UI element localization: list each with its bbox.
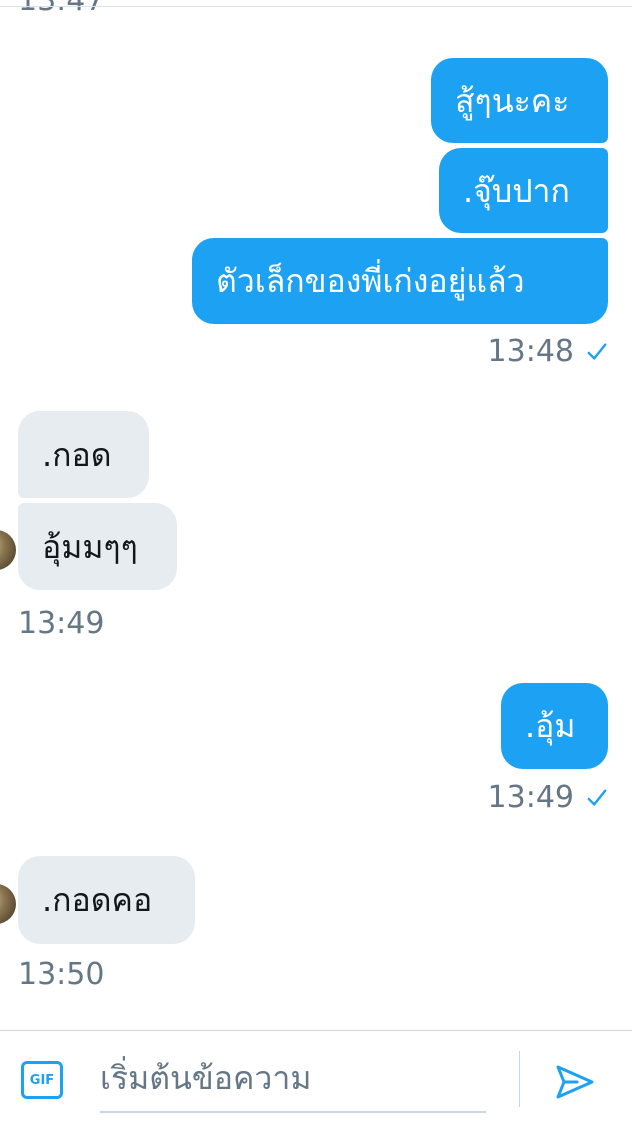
received-message-bubble[interactable]: .กอดคอ: [18, 856, 195, 944]
message-text: สู้ๆนะคะ: [455, 81, 570, 120]
message-meta: 13:48: [488, 337, 608, 367]
composer-divider: [519, 1051, 520, 1107]
sent-message-bubble[interactable]: สู้ๆนะคะ: [431, 58, 608, 143]
message-text: .จุ๊บปาก: [463, 171, 570, 210]
dm-conversation-screen: 13:47 สู้ๆนะคะ .จุ๊บปาก ตัวเล็กของพี่เก่…: [0, 0, 632, 1127]
check-icon: [587, 343, 607, 360]
message-input[interactable]: [100, 1045, 486, 1113]
received-message-bubble[interactable]: อุ้มมๆๆ: [18, 503, 177, 590]
message-composer: GIF: [0, 1030, 632, 1127]
message-timestamp: 13:49: [18, 606, 105, 641]
sent-message-bubble[interactable]: .อุ้ม: [501, 683, 608, 769]
check-icon: [587, 789, 607, 806]
avatar[interactable]: [0, 530, 16, 570]
gif-label: GIF: [29, 1072, 55, 1088]
message-text: อุ้มมๆๆ: [42, 527, 138, 566]
message-timestamp: 13:48: [487, 334, 574, 369]
send-icon: [556, 1065, 594, 1099]
message-timestamp: 13:49: [487, 780, 574, 815]
message-meta: 13:49: [488, 783, 608, 813]
sent-message-bubble[interactable]: ตัวเล็กของพี่เก่งอยู่แล้ว: [192, 238, 608, 324]
received-message-bubble[interactable]: .กอด: [18, 411, 149, 498]
sent-message-bubble[interactable]: .จุ๊บปาก: [439, 148, 608, 233]
message-text: .กอด: [42, 435, 112, 474]
clipped-timestamp: 13:47: [18, 0, 105, 18]
message-timestamp: 13:50: [18, 957, 105, 992]
message-text: .กอดคอ: [42, 881, 153, 919]
send-button[interactable]: [552, 1059, 598, 1105]
gif-button[interactable]: GIF: [21, 1061, 63, 1099]
top-divider: [0, 6, 632, 7]
avatar[interactable]: [0, 884, 16, 924]
message-text: .อุ้ม: [525, 707, 576, 745]
message-text: ตัวเล็กของพี่เก่งอยู่แล้ว: [216, 262, 525, 300]
